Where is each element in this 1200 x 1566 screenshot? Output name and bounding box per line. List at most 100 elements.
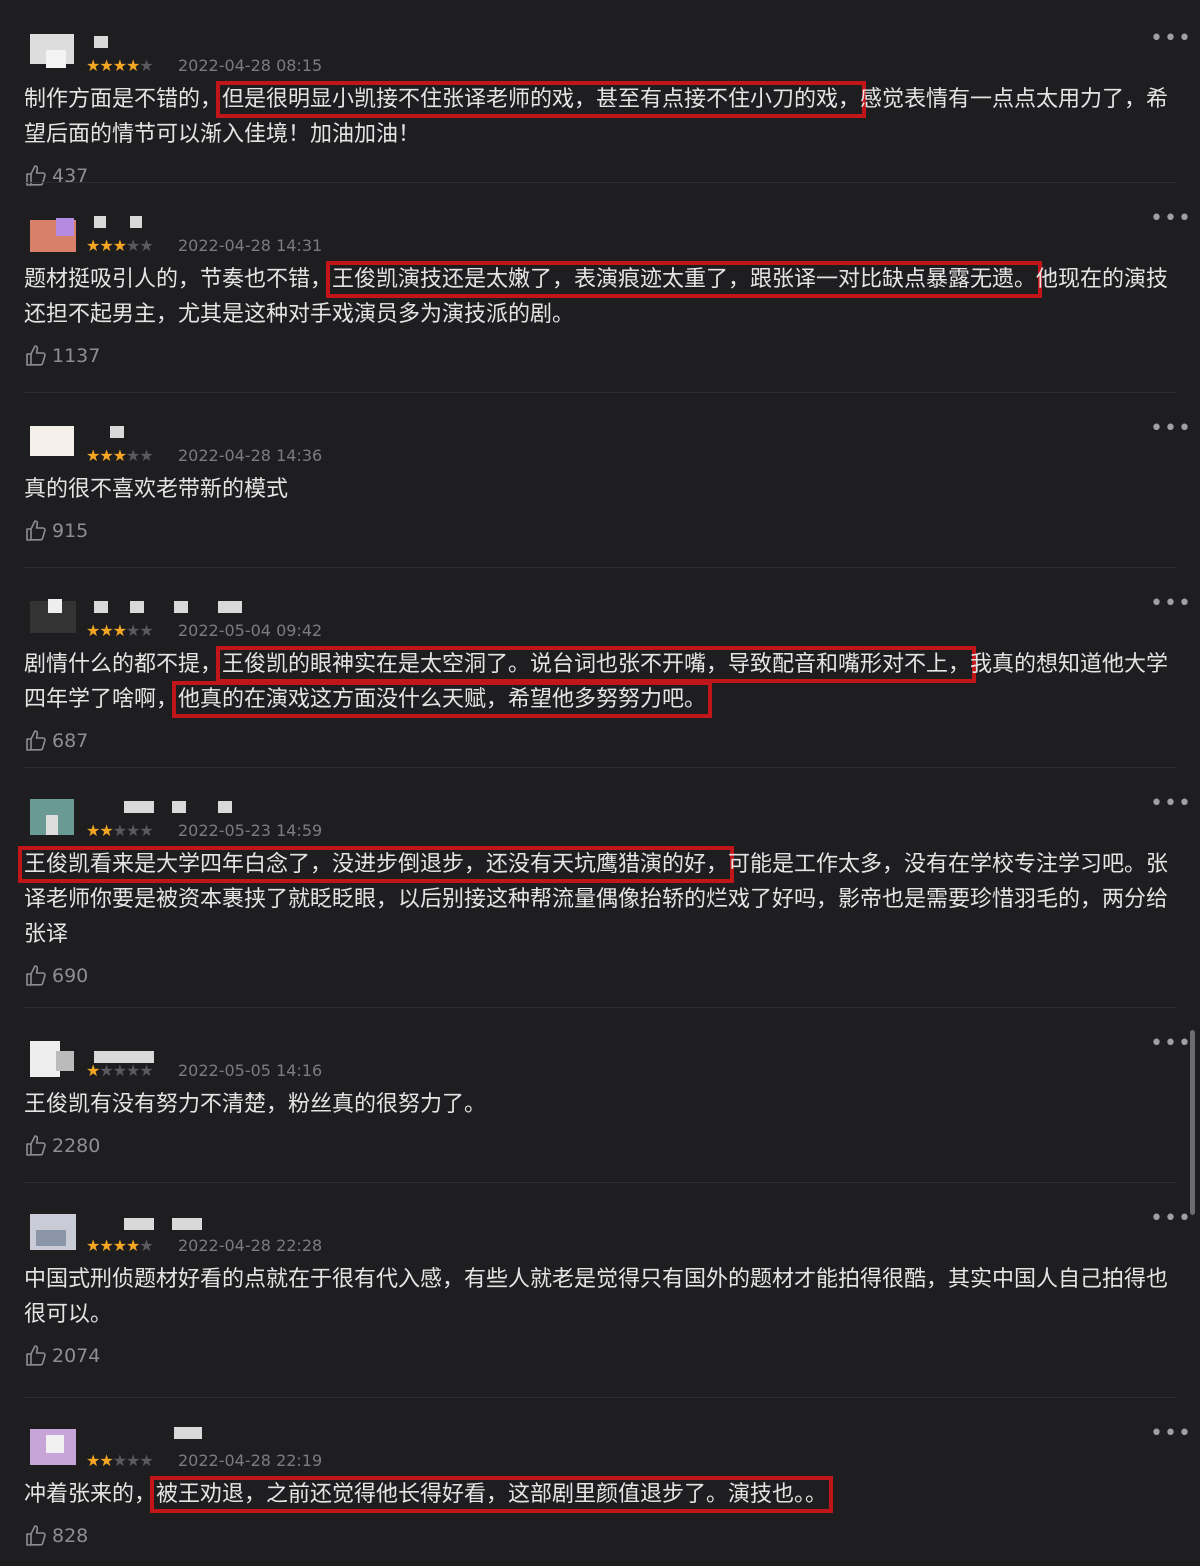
username[interactable] [94,1427,274,1443]
star-icon: ★ [126,1451,140,1470]
review-date: 2022-04-28 14:31 [178,236,323,255]
text-segment: 制作方面是不错的， [24,87,223,112]
review-date: 2022-04-28 14:36 [178,446,323,465]
more-icon[interactable]: ••• [1150,28,1192,50]
star-icon: ★ [86,56,100,75]
star-icon: ★ [86,1236,100,1255]
avatar[interactable] [26,420,78,462]
more-icon[interactable]: ••• [1150,418,1192,440]
divider [24,567,1176,568]
avatar[interactable] [26,595,78,637]
more-icon[interactable]: ••• [1150,793,1192,815]
divider [24,1397,1176,1398]
star-icon: ★ [126,621,140,640]
username[interactable] [94,1037,274,1063]
star-icon: ★ [112,1451,127,1470]
star-icon: ★ [86,236,100,255]
username[interactable] [94,32,274,48]
star-icon: ★ [112,1236,127,1255]
star-icon: ★ [86,446,100,465]
review-text: 王俊凯有没有努力不清楚，粉丝真的很努力了。 [24,1087,1174,1122]
highlighted-segment: 他真的在演戏这方面没什么天赋，希望他多努努力吧。 [172,681,713,718]
review-text: 真的很不喜欢老带新的模式 [24,472,1174,507]
star-rating: ★★★★★ [86,821,154,841]
text-segment: 真的很不喜欢老带新的模式 [24,477,289,502]
thumbs-up-icon [26,730,46,751]
star-icon: ★ [99,1061,113,1080]
review-text: 中国式刑侦题材好看的点就在于很有代入感，有些人就老是觉得只有国外的题材才能拍得很… [24,1262,1174,1332]
avatar[interactable] [26,1035,78,1077]
like-count: 690 [52,965,89,987]
username[interactable] [94,797,274,813]
review-text: 冲着张来的，被王劝退，之前还觉得他长得好看，这部剧里颜值退步了。演技也。。 [24,1476,1174,1513]
star-rating: ★★★★★ [86,1061,154,1081]
like-count: 915 [52,520,89,542]
avatar[interactable] [26,210,78,252]
star-icon: ★ [139,1061,153,1080]
star-icon: ★ [112,1061,127,1080]
star-icon: ★ [112,821,127,840]
username[interactable] [94,597,274,613]
avatar[interactable] [26,1210,78,1252]
like-count: 1137 [52,345,101,367]
highlighted-segment: 但是很明显小凯接不住张译老师的戏，甚至有点接不住小刀的戏， [216,81,867,118]
thumbs-up-icon [26,345,46,366]
divider [24,1007,1176,1008]
avatar[interactable] [26,1425,78,1467]
divider [24,182,1176,183]
star-icon: ★ [112,236,127,255]
like-count: 2074 [52,1345,101,1367]
star-icon: ★ [99,1236,113,1255]
avatar[interactable] [26,795,78,837]
more-icon[interactable]: ••• [1150,1033,1192,1055]
text-segment: 剧情什么的都不提， [24,652,223,677]
username[interactable] [94,1212,274,1230]
star-icon: ★ [126,236,140,255]
like-count: 437 [52,165,89,187]
like-count: 828 [52,1525,89,1547]
more-icon[interactable]: ••• [1150,208,1192,230]
divider [24,392,1176,393]
star-icon: ★ [86,1451,100,1470]
star-icon: ★ [99,821,113,840]
more-icon[interactable]: ••• [1150,1423,1192,1445]
review-date: 2022-04-28 22:19 [178,1451,323,1470]
star-icon: ★ [126,1236,140,1255]
text-segment: 冲着张来的， [24,1482,157,1507]
review-date: 2022-05-05 14:16 [178,1061,323,1080]
scrollbar[interactable] [1190,1030,1195,1215]
star-icon: ★ [139,821,153,840]
review-date: 2022-05-23 14:59 [178,821,323,840]
text-segment: 中国式刑侦题材好看的点就在于很有代入感，有些人就老是觉得只有国外的题材才能拍得很… [24,1267,1169,1327]
star-icon: ★ [126,1061,140,1080]
username[interactable] [94,212,274,228]
star-icon: ★ [99,1451,113,1470]
username[interactable] [94,422,274,438]
star-icon: ★ [112,621,127,640]
star-rating: ★★★★★ [86,56,154,76]
thumbs-up-icon [26,165,46,186]
star-icon: ★ [99,446,113,465]
thumbs-up-icon [26,1525,46,1546]
star-icon: ★ [139,1451,153,1470]
star-rating: ★★★★★ [86,446,154,466]
more-icon[interactable]: ••• [1150,593,1192,615]
review-text: 题材挺吸引人的，节奏也不错，王俊凯演技还是太嫩了，表演痕迹太重了，跟张译一对比缺… [24,261,1174,332]
more-icon[interactable]: ••• [1150,1208,1192,1230]
star-icon: ★ [86,821,100,840]
star-icon: ★ [139,56,153,75]
highlighted-segment: 王俊凯的眼神实在是太空洞了。说台词也张不开嘴，导致配音和嘴形对不上， [216,646,977,683]
star-icon: ★ [126,56,140,75]
star-icon: ★ [139,446,153,465]
thumbs-up-icon [26,520,46,541]
star-icon: ★ [126,821,140,840]
star-rating: ★★★★★ [86,1236,154,1256]
star-rating: ★★★★★ [86,1451,154,1471]
star-icon: ★ [112,446,127,465]
star-icon: ★ [86,621,100,640]
review-text: 制作方面是不错的，但是很明显小凯接不住张译老师的戏，甚至有点接不住小刀的戏，感觉… [24,81,1174,152]
avatar[interactable] [26,30,78,72]
star-icon: ★ [126,446,140,465]
star-icon: ★ [86,1061,100,1080]
star-icon: ★ [99,236,113,255]
